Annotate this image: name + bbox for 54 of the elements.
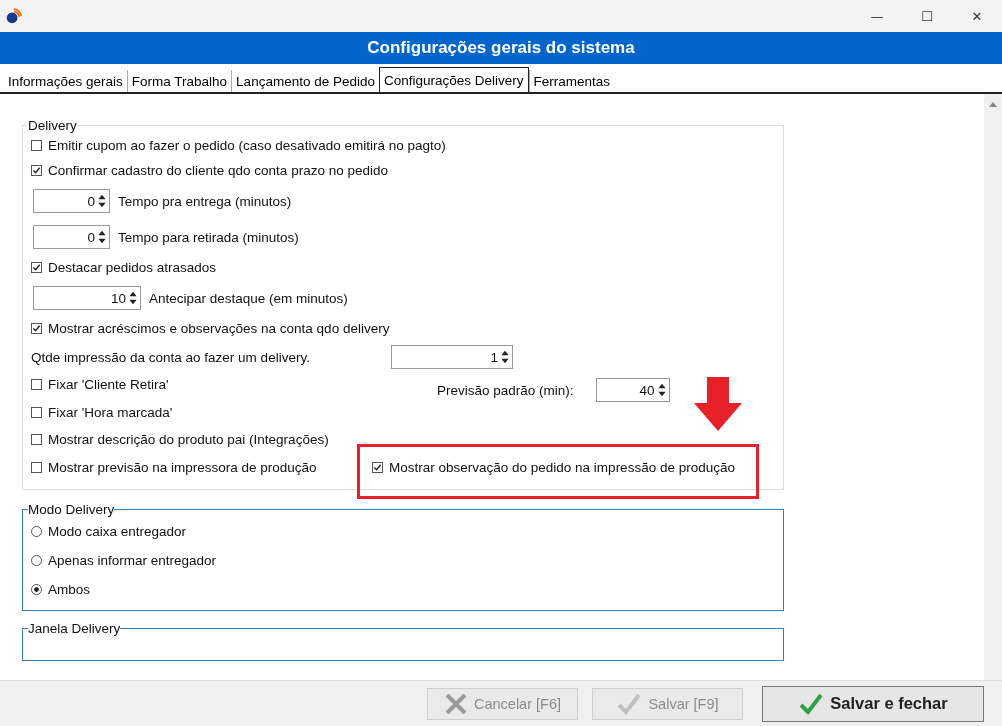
app-logo-icon <box>4 7 22 25</box>
group-title: Modo Delivery <box>28 502 115 517</box>
checkbox-label: Mostrar acréscimos e observações na conta qdo delivery <box>48 321 390 336</box>
checkbox-label: Destacar pedidos atrasados <box>48 260 217 275</box>
save-close-button[interactable]: Salvar e fechar <box>762 685 984 722</box>
radio-label: Apenas informar entregador <box>48 553 217 568</box>
spinner-label: Tempo para retirada (minutos) <box>118 229 299 245</box>
spin-arrows-icon[interactable] <box>97 228 107 246</box>
number-spinner[interactable]: 40 <box>595 378 670 402</box>
checkbox[interactable] <box>31 262 42 273</box>
spin-arrows-icon[interactable] <box>500 348 510 366</box>
checkbox-label: Emitir cupom ao fazer o pedido (caso desativado emitirá no pagto) <box>48 138 446 153</box>
window-control[interactable]: ☐ <box>902 0 952 32</box>
header-title: Configurações gerais do sistema <box>367 38 635 58</box>
radio-button[interactable] <box>31 526 42 537</box>
group-title: Delivery <box>28 118 77 133</box>
checkbox[interactable] <box>31 140 42 151</box>
spinner-label: Antecipar destaque (em minutos) <box>149 290 348 306</box>
tab[interactable]: Configurações Delivery <box>378 67 529 92</box>
checkbox-label: Confirmar cadastro do cliente qdo conta prazo no pedido <box>48 163 388 178</box>
number-spinner[interactable]: 10 <box>33 286 141 310</box>
scrollbar[interactable] <box>984 94 1002 680</box>
spin-arrows-icon[interactable] <box>97 192 107 210</box>
checkbox-label: Mostrar descrição do produto pai (Integrações) <box>48 432 329 448</box>
radio-label: Ambos <box>48 582 91 597</box>
window-control[interactable]: ✕ <box>952 0 1002 32</box>
number-spinner[interactable]: 0 <box>33 225 110 249</box>
group-title: Janela Delivery <box>28 621 121 636</box>
spinner-label: Qtde impressão da conta ao fazer um delivery. <box>31 349 311 365</box>
radio-button[interactable] <box>31 584 42 595</box>
checkbox-label: Fixar 'Cliente Retira' <box>48 377 169 393</box>
number-spinner[interactable]: 0 <box>33 189 110 213</box>
radio-button[interactable] <box>31 555 42 566</box>
checkbox[interactable] <box>31 165 42 176</box>
checkmark-icon <box>616 691 643 716</box>
number-spinner[interactable]: 1 <box>391 345 513 369</box>
checkbox-label: Mostrar observação do pedido na impressão de produção <box>389 460 735 475</box>
checkbox[interactable] <box>31 434 42 446</box>
checkbox[interactable] <box>31 323 42 334</box>
checkbox-label: Mostrar previsão na impressora de produção <box>48 459 317 475</box>
checkbox[interactable] <box>31 461 42 473</box>
radio-label: Modo caixa entregador <box>48 524 187 539</box>
spin-arrows-icon[interactable] <box>128 289 138 307</box>
spinner-label: Tempo pra entrega (minutos) <box>118 193 292 209</box>
checkbox[interactable] <box>372 462 383 473</box>
checkbox[interactable] <box>31 406 42 418</box>
spin-arrows-icon[interactable] <box>656 381 667 399</box>
scroll-up-icon[interactable] <box>989 102 997 107</box>
window-control[interactable]: — <box>852 0 902 32</box>
checkmark-icon <box>798 691 825 716</box>
checkbox-label: Fixar 'Hora marcada' <box>48 404 173 420</box>
spinner-label: Previsão padrão (min): <box>437 382 574 398</box>
cross-icon <box>443 691 468 716</box>
checkbox[interactable] <box>31 379 42 391</box>
